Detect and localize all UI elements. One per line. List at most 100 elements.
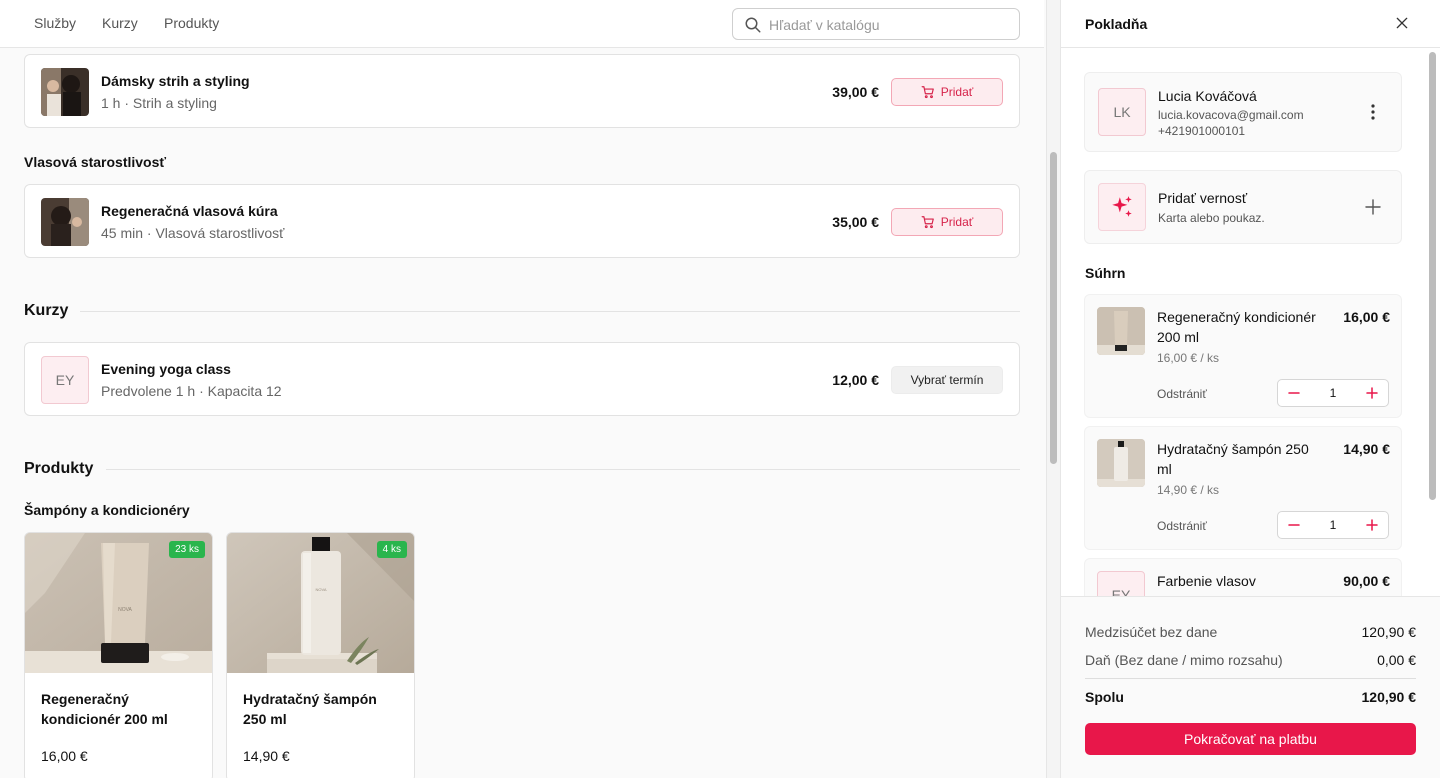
course-price: 12,00 € <box>832 372 879 388</box>
subtotal-row: Medzisúčet bez dane 120,90 € <box>1085 624 1416 640</box>
checkout-scrollbar[interactable] <box>1427 48 1439 596</box>
cart-item-name: Hydratačný šampón 250 ml <box>1157 441 1309 477</box>
cart-item-thumbnail <box>1097 439 1145 487</box>
sparkle-icon <box>1112 196 1132 217</box>
catalog-area: Dámsky strih a styling 1 h · Strih a sty… <box>0 0 1044 778</box>
customer-card[interactable]: LK Lucia Kováčová lucia.kovacova@gmail.c… <box>1084 72 1402 152</box>
product-card[interactable]: NOVA 23 ks Regeneračný kondicionér 200 m… <box>24 532 213 778</box>
loyalty-title: Pridať vernosť <box>1158 190 1248 206</box>
search-input[interactable]: Hľadať v katalógu <box>732 8 1020 40</box>
product-brand-mark: NOVA <box>118 607 132 613</box>
loyalty-subtitle: Karta alebo poukaz. <box>1158 211 1265 225</box>
cart-icon <box>921 86 934 99</box>
cart-item: Hydratačný šampón 250 ml 14,90 € 14,90 €… <box>1084 426 1402 550</box>
catalog-nav: Služby Kurzy Produkty Hľadať v katalógu <box>0 0 1044 48</box>
plus-icon[interactable] <box>1365 199 1381 215</box>
total-label: Spolu <box>1085 689 1124 705</box>
select-slot-button[interactable]: Vybrať termín <box>891 366 1003 394</box>
minus-icon <box>1288 392 1300 394</box>
cart-item-unit-price: 16,00 € / ks <box>1157 351 1220 365</box>
tab-services[interactable]: Služby <box>34 15 76 31</box>
subtotal-value: 120,90 € <box>1361 624 1417 640</box>
increment-button[interactable] <box>1356 512 1388 538</box>
product-price: 14,90 € <box>243 748 290 764</box>
decrement-button[interactable] <box>1278 512 1310 538</box>
cart-item-name: Farbenie vlasov <box>1157 573 1256 589</box>
product-card[interactable]: NOVA 4 ks Hydratačný šampón 250 ml 14,90… <box>226 532 415 778</box>
service-price: 39,00 € <box>832 84 879 100</box>
service-card[interactable]: Regeneračná vlasová kúra 45 min · Vlasov… <box>24 184 1020 258</box>
add-loyalty-card[interactable]: Pridať vernosť Karta alebo poukaz. <box>1084 170 1402 244</box>
totals-divider <box>1085 678 1416 679</box>
service-card[interactable]: Dámsky strih a styling 1 h · Strih a sty… <box>24 54 1020 128</box>
remove-item-link[interactable]: Odstrániť <box>1157 519 1207 533</box>
product-image: NOVA 23 ks <box>25 533 212 673</box>
increment-button[interactable] <box>1356 380 1388 406</box>
customer-name: Lucia Kováčová <box>1158 88 1257 104</box>
catalog-scrollbar-thumb[interactable] <box>1050 152 1057 464</box>
product-name: Hydratačný šampón 250 ml <box>243 691 377 727</box>
course-title: Evening yoga class <box>101 361 231 377</box>
cart-item-thumbnail <box>1097 307 1145 355</box>
subtotal-label: Medzisúčet bez dane <box>1085 624 1218 640</box>
plus-icon <box>1366 519 1378 531</box>
course-initials: EY <box>41 356 89 404</box>
quantity-value[interactable]: 1 <box>1310 518 1356 532</box>
cart-item: Regeneračný kondicionér 200 ml 16,00 € 1… <box>1084 294 1402 418</box>
tab-courses[interactable]: Kurzy <box>102 15 138 31</box>
plus-icon <box>1366 387 1378 399</box>
tab-products[interactable]: Produkty <box>164 15 219 31</box>
tax-value: 0,00 € <box>1377 652 1416 668</box>
add-service-button[interactable]: Pridať <box>891 208 1003 236</box>
course-card[interactable]: EY Evening yoga class Predvolene 1 h · K… <box>24 342 1020 416</box>
checkout-header: Pokladňa <box>1061 0 1440 48</box>
cart-icon <box>921 216 934 229</box>
close-icon[interactable] <box>1394 15 1410 31</box>
proceed-to-payment-button[interactable]: Pokračovať na platbu <box>1085 723 1416 755</box>
cart-item-price: 14,90 € <box>1343 441 1390 457</box>
checkout-panel: Pokladňa LK Lucia Kováčová lucia.kovacov… <box>1060 0 1440 778</box>
summary-heading: Súhrn <box>1085 265 1126 281</box>
course-subtitle: Predvolene 1 h · Kapacita 12 <box>101 383 282 399</box>
section-heading-products: Produkty <box>24 460 94 477</box>
checkout-scrollbar-thumb[interactable] <box>1429 52 1436 500</box>
minus-icon <box>1288 524 1300 526</box>
checkout-title: Pokladňa <box>1085 16 1148 32</box>
add-service-label: Pridať <box>940 85 974 99</box>
tax-row: Daň (Bez dane / mimo rozsahu) 0,00 € <box>1085 652 1416 668</box>
total-value: 120,90 € <box>1361 689 1417 705</box>
stock-badge: 23 ks <box>169 541 205 558</box>
service-price: 35,00 € <box>832 214 879 230</box>
quantity-stepper: 1 <box>1277 379 1389 407</box>
avatar: LK <box>1098 88 1146 136</box>
category-heading: Vlasová starostlivosť <box>24 154 167 170</box>
loyalty-avatar <box>1098 183 1146 231</box>
catalog-scrollbar[interactable] <box>1046 0 1060 778</box>
remove-item-link[interactable]: Odstrániť <box>1157 387 1207 401</box>
product-image: NOVA 4 ks <box>227 533 414 673</box>
section-heading-courses: Kurzy <box>24 302 69 319</box>
search-placeholder: Hľadať v katalógu <box>769 17 880 33</box>
section-divider <box>106 469 1020 470</box>
customer-phone: +421901000101 <box>1158 124 1246 138</box>
more-options-icon[interactable] <box>1365 103 1381 121</box>
service-title: Dámsky strih a styling <box>101 73 250 89</box>
cart-item-unit-price: 14,90 € / ks <box>1157 483 1220 497</box>
product-brand-mark: NOVA <box>315 587 326 592</box>
total-row: Spolu 120,90 € <box>1085 689 1416 705</box>
quantity-value[interactable]: 1 <box>1310 386 1356 400</box>
add-service-button[interactable]: Pridať <box>891 78 1003 106</box>
decrement-button[interactable] <box>1278 380 1310 406</box>
product-name: Regeneračný kondicionér 200 ml <box>41 691 168 727</box>
tax-label: Daň (Bez dane / mimo rozsahu) <box>1085 652 1283 668</box>
service-thumbnail <box>41 198 89 246</box>
product-price: 16,00 € <box>41 748 88 764</box>
section-divider <box>80 311 1020 312</box>
search-icon <box>745 17 761 33</box>
checkout-totals: Medzisúčet bez dane 120,90 € Daň (Bez da… <box>1061 596 1440 778</box>
add-service-label: Pridať <box>940 215 974 229</box>
service-thumbnail <box>41 68 89 116</box>
cart-item-price: 16,00 € <box>1343 309 1390 325</box>
service-subtitle: 45 min · Vlasová starostlivosť <box>101 225 285 241</box>
service-title: Regeneračná vlasová kúra <box>101 203 278 219</box>
